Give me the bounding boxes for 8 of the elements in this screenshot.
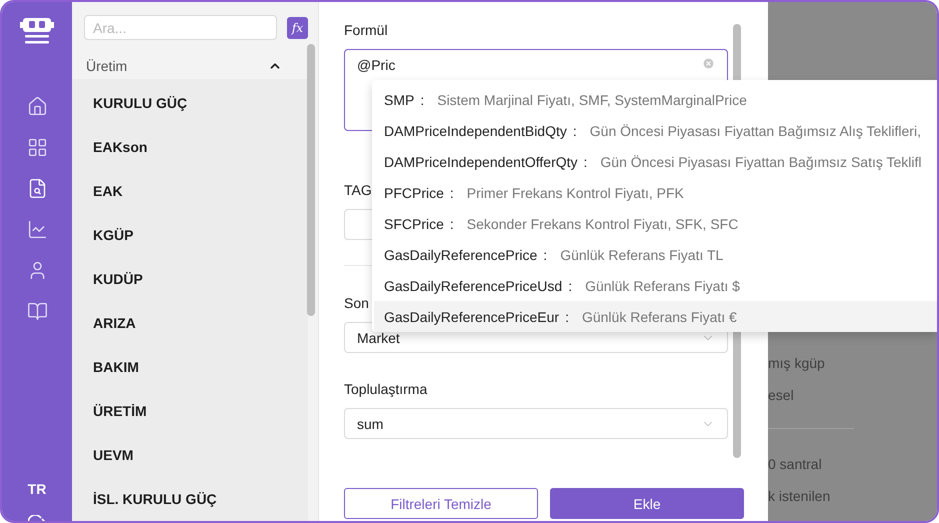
field-label: Formül <box>344 22 388 38</box>
field-label: TAG <box>344 182 372 198</box>
background-text: 0 santral <box>768 455 823 474</box>
field-label: Son <box>344 295 369 311</box>
background-text: mış kgüp <box>768 354 826 373</box>
field-label: Toplulaştırma <box>344 381 428 397</box>
background-text: k istenilen <box>768 487 832 506</box>
background-text: esel <box>768 386 795 405</box>
